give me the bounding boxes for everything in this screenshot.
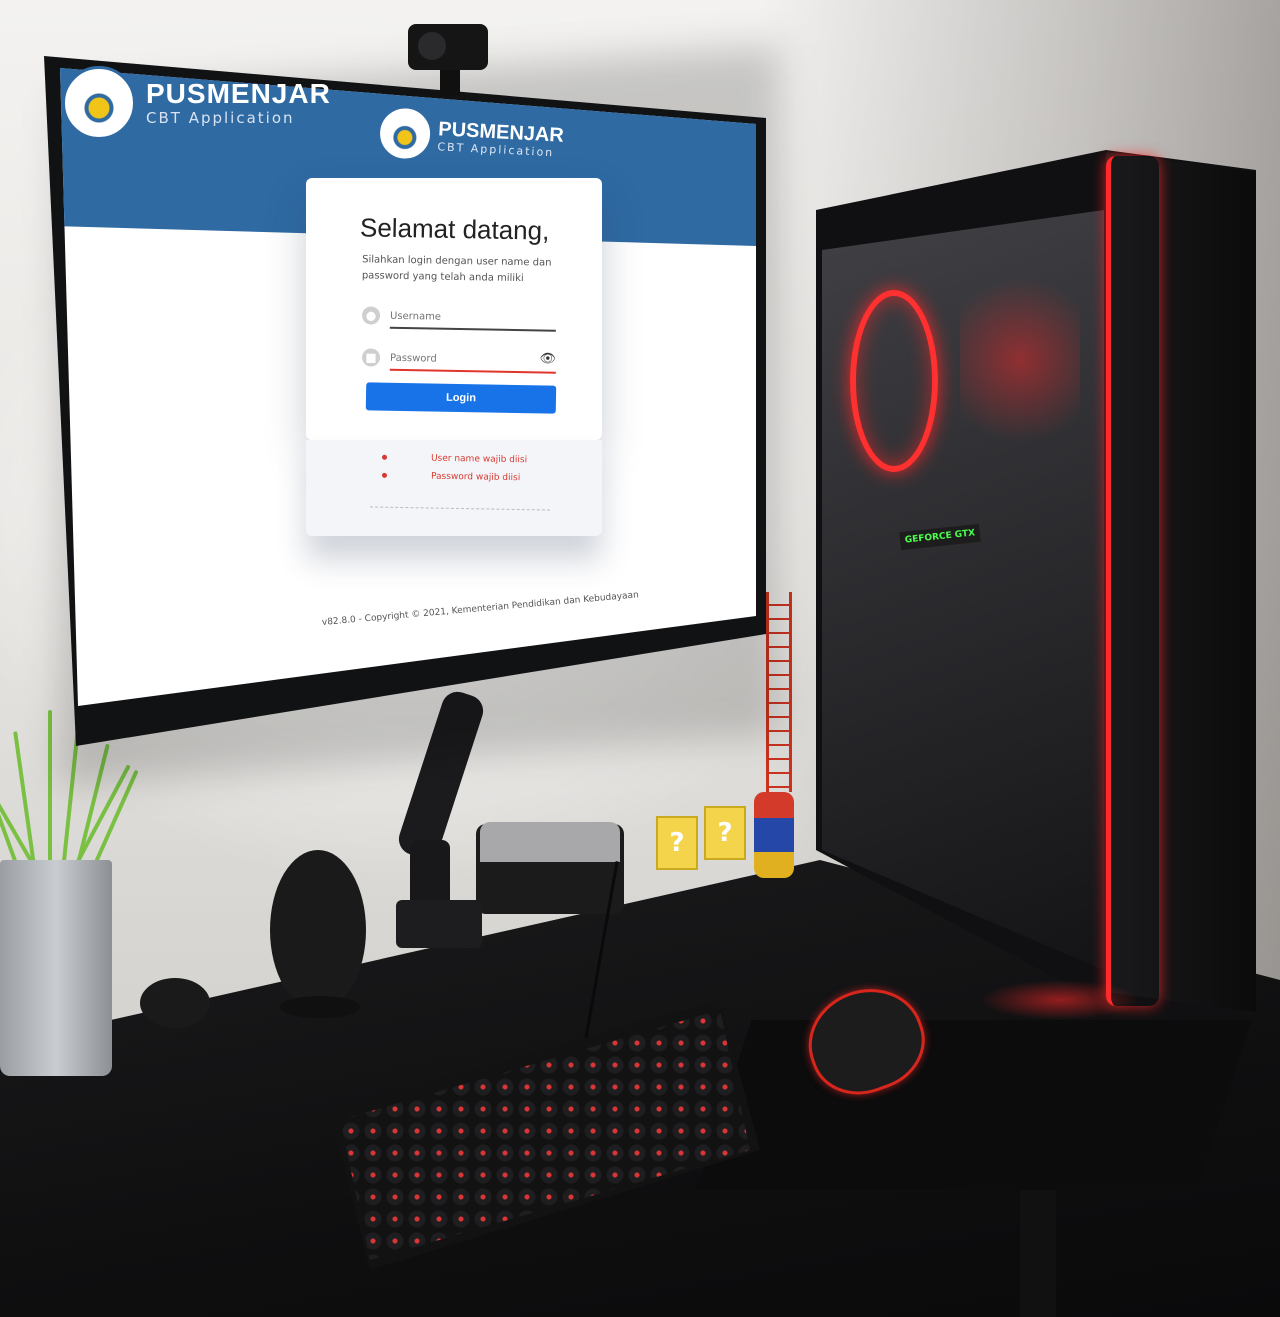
webcam-lens (418, 32, 446, 60)
error-bullet (381, 472, 388, 478)
pc-led-strip (1106, 156, 1159, 1006)
brand-subtitle: CBT Application (146, 109, 295, 127)
emblem-icon (62, 66, 136, 140)
mousepad (696, 1020, 1252, 1190)
screen-logo: PUSMENJAR CBT Application (378, 107, 565, 167)
monitor-arm-clamp (396, 900, 482, 948)
led-floor-glow (980, 980, 1140, 1020)
pc-fan (850, 290, 938, 472)
username-input[interactable] (389, 304, 557, 332)
welcome-title: Selamat datang, (359, 212, 550, 246)
emblem-icon (378, 107, 432, 160)
brand-name: PUSMENJAR (146, 78, 331, 109)
error-text: User name wajib diisi (430, 453, 528, 466)
speaker-top (480, 822, 620, 862)
webcam-mount (440, 66, 460, 96)
charger-base (280, 996, 360, 1018)
error-text: Password wajib diisi (430, 471, 521, 484)
password-field: ■ 👁 (361, 346, 557, 375)
earbuds-case (140, 978, 210, 1028)
wireless-charger-stand (270, 850, 366, 1010)
desk-setup-photo: ? ? GEFORCE GTX PUSMENJAR CBT Applicatio… (0, 0, 1280, 1317)
password-input[interactable] (389, 346, 557, 374)
login-button[interactable]: Login (365, 382, 557, 414)
error-bullet (381, 454, 388, 460)
eye-icon[interactable]: 👁 (539, 351, 556, 366)
toy-figure (754, 792, 794, 878)
username-field: ● (361, 304, 557, 333)
pc-internal-glow (960, 260, 1080, 460)
login-instruction: Silahkan login dengan user name dan pass… (361, 254, 552, 285)
plant-pot (0, 860, 112, 1076)
lock-icon: ■ (361, 348, 381, 367)
brand-logo: PUSMENJAR CBT Application (62, 66, 331, 140)
user-icon: ● (361, 306, 381, 325)
question-block-figurine: ? (704, 806, 746, 860)
question-block-figurine: ? (656, 816, 698, 870)
